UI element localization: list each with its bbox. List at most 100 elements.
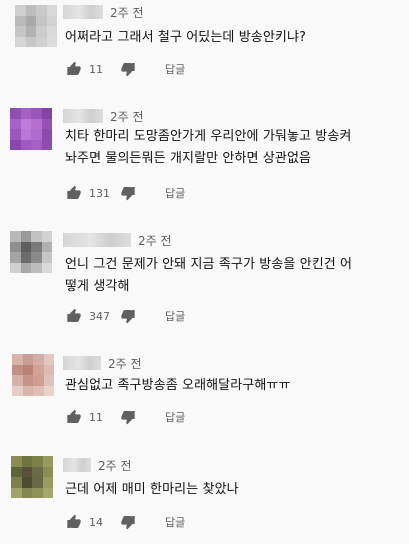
avatar-pixel — [46, 15, 57, 26]
author-name-redacted[interactable] — [63, 5, 103, 19]
avatar-pixel — [32, 456, 43, 467]
avatar-pixel — [41, 139, 52, 150]
avatar-pixel — [11, 477, 22, 488]
avatar-pixel — [33, 364, 44, 375]
thumbs-down-icon[interactable] — [119, 184, 137, 202]
comment-header: 2주 전 — [63, 107, 144, 125]
author-name-redacted[interactable] — [63, 356, 101, 370]
comment-actions: 14 답글 — [65, 512, 185, 532]
avatar-pixel — [41, 129, 52, 140]
comment-timestamp[interactable]: 2주 전 — [108, 355, 142, 372]
avatar-pixel — [46, 5, 57, 16]
avatar-pixel — [10, 241, 21, 252]
avatar-pixel — [25, 36, 36, 47]
avatar-pixel — [41, 262, 52, 273]
thumbs-down-icon[interactable] — [119, 60, 137, 78]
reply-button[interactable]: 답글 — [165, 514, 185, 530]
comment-actions: 11 답글 — [65, 407, 185, 427]
avatar-pixel — [22, 354, 33, 365]
thumbs-down-icon[interactable] — [119, 513, 137, 531]
avatar-pixel — [15, 36, 26, 47]
like-count: 11 — [89, 410, 103, 424]
avatar-pixel — [11, 456, 22, 467]
avatar-pixel — [42, 477, 53, 488]
author-name-redacted[interactable] — [63, 458, 91, 472]
avatar-pixel — [21, 487, 32, 498]
thumbs-down-icon[interactable] — [119, 307, 137, 325]
avatar-pixel — [11, 487, 22, 498]
avatar-pixel — [20, 231, 31, 242]
avatar-pixel — [33, 354, 44, 365]
avatar[interactable] — [10, 231, 52, 273]
avatar-pixel — [22, 385, 33, 396]
comment-timestamp[interactable]: 2주 전 — [98, 457, 132, 474]
thumbs-up-icon[interactable] — [65, 184, 83, 202]
avatar-pixel — [12, 354, 23, 365]
comment-timestamp[interactable]: 2주 전 — [110, 4, 144, 21]
avatar-pixel — [41, 108, 52, 119]
reply-button[interactable]: 답글 — [165, 61, 185, 77]
avatar-pixel — [43, 354, 54, 365]
reply-button[interactable]: 답글 — [165, 308, 185, 324]
avatar-pixel — [42, 466, 53, 477]
avatar-pixel — [25, 5, 36, 16]
thumbs-up-icon[interactable] — [65, 408, 83, 426]
avatar-pixel — [10, 139, 21, 150]
avatar-pixel — [33, 375, 44, 386]
avatar-pixel — [12, 375, 23, 386]
comment-text: 관심없고 족구방송좀 오래해달라구해ㅠㅠ — [65, 378, 291, 393]
avatar[interactable] — [15, 5, 57, 47]
avatar-pixel — [20, 139, 31, 150]
comment-timestamp[interactable]: 2주 전 — [110, 108, 144, 125]
comment-actions: 131 답글 — [65, 183, 185, 203]
reply-button[interactable]: 답글 — [165, 185, 185, 201]
avatar-pixel — [10, 108, 21, 119]
thumbs-up-icon[interactable] — [65, 307, 83, 325]
comment-actions: 11 답글 — [65, 59, 185, 79]
thumbs-up-icon[interactable] — [65, 60, 83, 78]
avatar-pixel — [31, 118, 42, 129]
avatar-pixel — [25, 26, 36, 37]
avatar-pixel — [31, 129, 42, 140]
avatar-pixel — [41, 252, 52, 263]
avatar-pixel — [42, 456, 53, 467]
avatar-pixel — [42, 487, 53, 498]
avatar-pixel — [31, 241, 42, 252]
avatar-pixel — [36, 15, 47, 26]
thumbs-down-icon[interactable] — [119, 408, 137, 426]
avatar-pixel — [10, 129, 21, 140]
avatar-pixel — [41, 241, 52, 252]
avatar-pixel — [10, 262, 21, 273]
avatar-pixel — [15, 15, 26, 26]
like-count: 14 — [89, 515, 103, 529]
avatar-pixel — [46, 26, 57, 37]
comment-actions: 347 답글 — [65, 306, 185, 326]
avatar-pixel — [15, 26, 26, 37]
avatar-pixel — [15, 5, 26, 16]
avatar-pixel — [20, 118, 31, 129]
author-name-redacted[interactable] — [63, 233, 131, 247]
avatar-pixel — [41, 231, 52, 242]
avatar-pixel — [11, 466, 22, 477]
avatar[interactable] — [10, 108, 52, 150]
avatar-pixel — [20, 108, 31, 119]
author-name-redacted[interactable] — [63, 109, 103, 123]
avatar-pixel — [10, 231, 21, 242]
avatar-pixel — [32, 477, 43, 488]
like-count: 131 — [89, 186, 110, 200]
thumbs-up-icon[interactable] — [65, 513, 83, 531]
reply-button[interactable]: 답글 — [165, 409, 185, 425]
avatar-pixel — [43, 385, 54, 396]
avatar-pixel — [20, 262, 31, 273]
avatar-pixel — [31, 139, 42, 150]
avatar-pixel — [36, 5, 47, 16]
avatar-pixel — [21, 477, 32, 488]
avatar-pixel — [33, 385, 44, 396]
avatar[interactable] — [11, 456, 53, 498]
comment-header: 2주 전 — [63, 456, 132, 474]
comment-timestamp[interactable]: 2주 전 — [138, 232, 172, 249]
avatar-pixel — [36, 36, 47, 47]
avatar[interactable] — [12, 354, 54, 396]
comment-header: 2주 전 — [63, 354, 142, 372]
avatar-pixel — [10, 252, 21, 263]
